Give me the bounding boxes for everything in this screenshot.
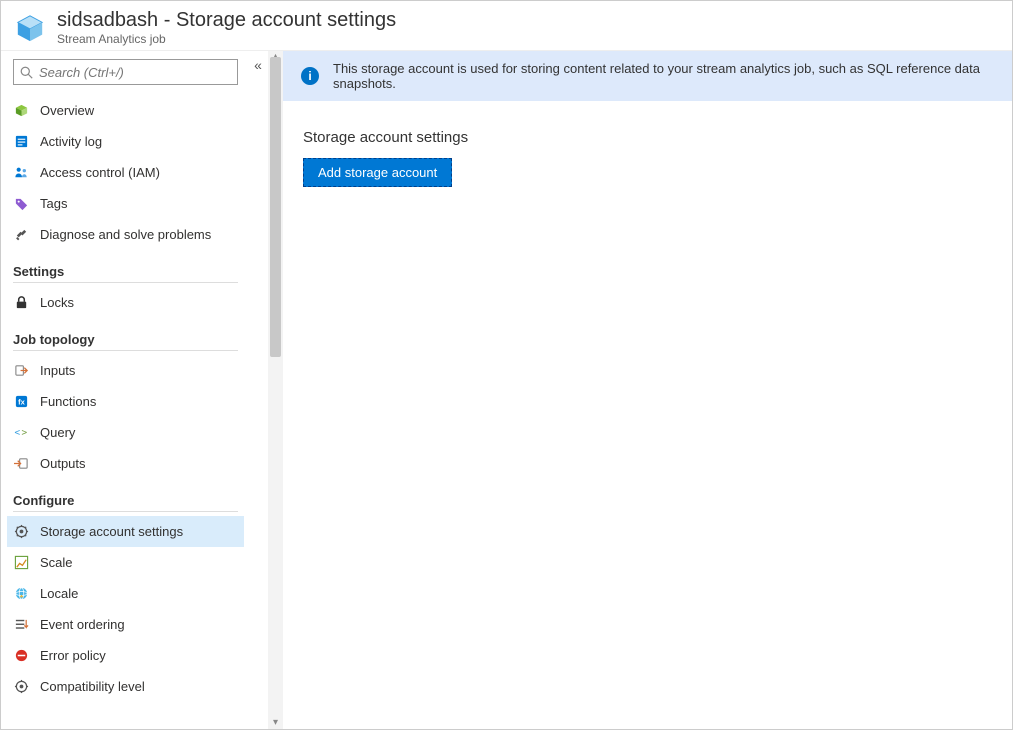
gear-icon [13, 523, 30, 540]
sidebar-item-activity-log[interactable]: Activity log [7, 126, 244, 157]
scroll-down-icon[interactable]: ▾ [268, 717, 283, 729]
compat-icon [13, 678, 30, 695]
sidebar-item-label: Inputs [40, 363, 75, 378]
event-ordering-icon [13, 616, 30, 633]
diagnose-icon [13, 226, 30, 243]
access-control-icon [13, 164, 30, 181]
functions-icon: fx [13, 393, 30, 410]
sidebar-item-label: Outputs [40, 456, 86, 471]
page-title: sidsadbash - Storage account settings [57, 9, 396, 32]
section-title: Storage account settings [303, 129, 992, 146]
body-region: Overview Activity log Access control (IA… [1, 51, 1012, 729]
sidebar-item-label: Storage account settings [40, 524, 183, 539]
sidebar-item-label: Scale [40, 555, 73, 570]
window-frame: sidsadbash - Storage account settings St… [0, 0, 1013, 730]
sidebar-item-locks[interactable]: Locks [7, 287, 244, 318]
tags-icon [13, 195, 30, 212]
error-policy-icon [13, 647, 30, 664]
sidebar-item-label: Locks [40, 295, 74, 310]
page-subtitle: Stream Analytics job [57, 32, 396, 46]
sidebar-item-inputs[interactable]: Inputs [7, 355, 244, 386]
sidebar-item-label: Diagnose and solve problems [40, 227, 211, 242]
outputs-icon [13, 455, 30, 472]
resource-icon [15, 13, 45, 43]
sidebar: Overview Activity log Access control (IA… [1, 51, 248, 729]
add-storage-account-button[interactable]: Add storage account [303, 158, 452, 187]
sidebar-column: Overview Activity log Access control (IA… [1, 51, 268, 729]
sidebar-item-overview[interactable]: Overview [7, 95, 244, 126]
svg-text:<: < [14, 427, 20, 438]
sidebar-item-storage-account-settings[interactable]: Storage account settings [7, 516, 244, 547]
info-banner-text: This storage account is used for storing… [333, 61, 994, 91]
sidebar-item-label: Locale [40, 586, 78, 601]
sidebar-item-label: Activity log [40, 134, 102, 149]
sidebar-item-scale[interactable]: Scale [7, 547, 244, 578]
sidebar-item-event-ordering[interactable]: Event ordering [7, 609, 244, 640]
sidebar-item-error-policy[interactable]: Error policy [7, 640, 244, 671]
sidebar-item-label: Overview [40, 103, 94, 118]
activity-log-icon [13, 133, 30, 150]
overview-icon [13, 102, 30, 119]
sidebar-item-access-control[interactable]: Access control (IAM) [7, 157, 244, 188]
sidebar-item-label: Access control (IAM) [40, 165, 160, 180]
sidebar-item-compatibility-level[interactable]: Compatibility level [7, 671, 244, 702]
sidebar-item-label: Compatibility level [40, 679, 145, 694]
sidebar-scrollbar[interactable]: ▴ ▾ [268, 51, 283, 729]
query-icon: <> [13, 424, 30, 441]
sidebar-header-topology: Job topology [13, 332, 238, 351]
sidebar-search[interactable] [13, 59, 238, 85]
svg-text:>: > [22, 427, 28, 438]
sidebar-item-outputs[interactable]: Outputs [7, 448, 244, 479]
sidebar-item-tags[interactable]: Tags [7, 188, 244, 219]
sidebar-item-query[interactable]: <> Query [7, 417, 244, 448]
sidebar-header-settings: Settings [13, 264, 238, 283]
scale-icon [13, 554, 30, 571]
sidebar-header-configure: Configure [13, 493, 238, 512]
sidebar-item-label: Error policy [40, 648, 106, 663]
search-input[interactable] [39, 65, 231, 80]
page-header: sidsadbash - Storage account settings St… [1, 1, 1012, 51]
sidebar-item-label: Functions [40, 394, 96, 409]
sidebar-item-locale[interactable]: Locale [7, 578, 244, 609]
info-banner: i This storage account is used for stori… [283, 51, 1012, 101]
sidebar-item-label: Query [40, 425, 75, 440]
sidebar-collapse-button[interactable]: « [254, 57, 262, 73]
scrollbar-thumb[interactable] [270, 57, 281, 357]
inputs-icon [13, 362, 30, 379]
sidebar-item-diagnose[interactable]: Diagnose and solve problems [7, 219, 244, 250]
svg-text:fx: fx [18, 397, 25, 406]
info-icon: i [301, 67, 319, 85]
sidebar-item-label: Event ordering [40, 617, 125, 632]
sidebar-item-label: Tags [40, 196, 67, 211]
locale-icon [13, 585, 30, 602]
sidebar-item-functions[interactable]: fx Functions [7, 386, 244, 417]
search-icon [20, 66, 33, 79]
lock-icon [13, 294, 30, 311]
main-content: i This storage account is used for stori… [283, 51, 1012, 729]
